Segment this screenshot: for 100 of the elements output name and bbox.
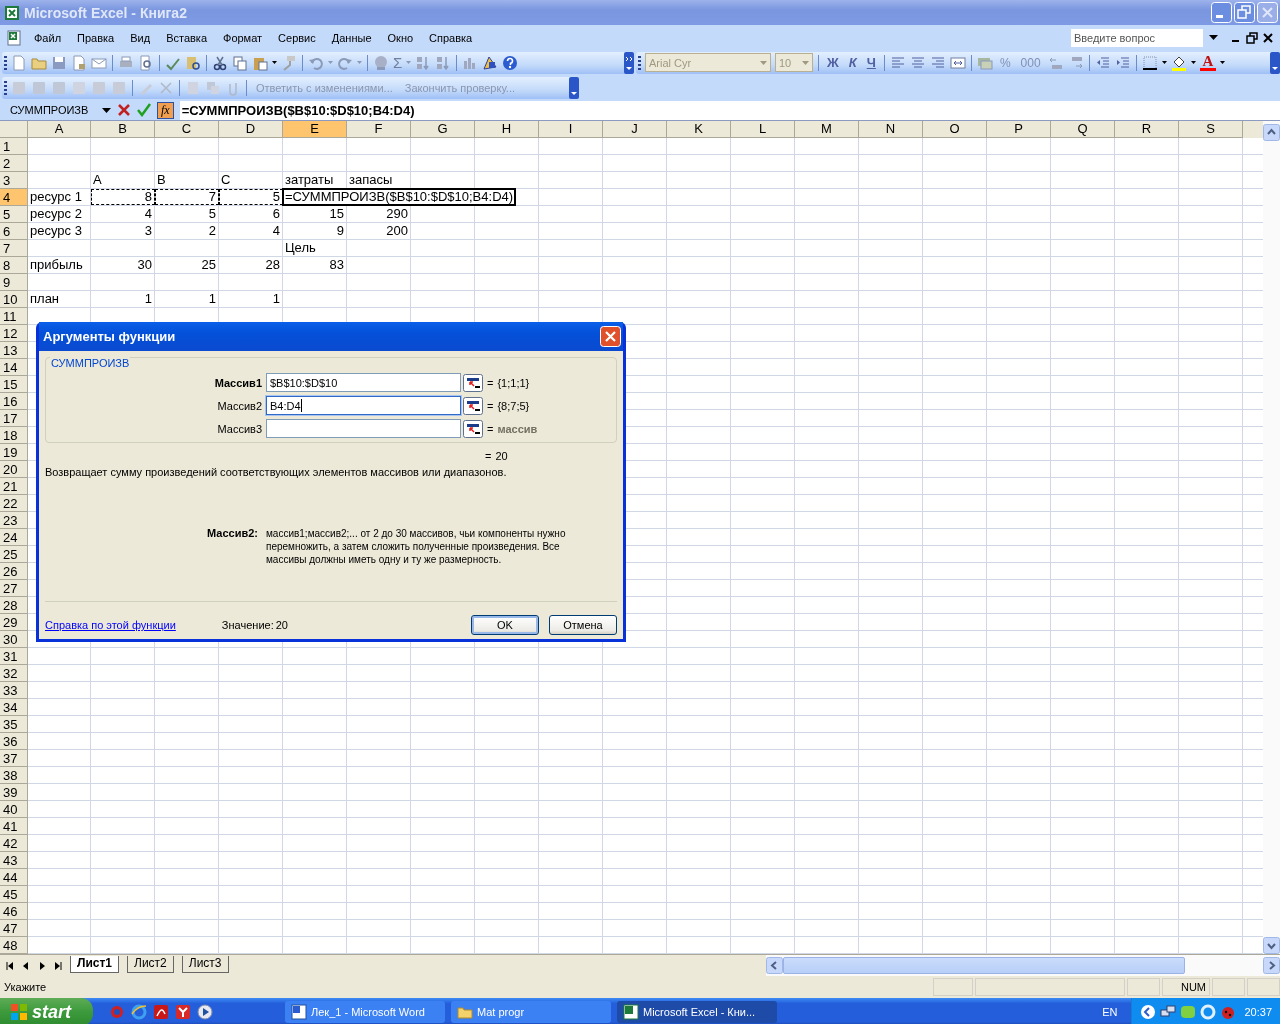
menu-item[interactable]: Вставка bbox=[160, 29, 213, 46]
increase-indent-icon[interactable] bbox=[1114, 54, 1131, 71]
new-document-icon[interactable] bbox=[11, 54, 27, 71]
italic-button[interactable]: К bbox=[845, 55, 860, 70]
row-header[interactable]: 41 bbox=[0, 818, 28, 835]
sheet-tab[interactable]: Лист1 bbox=[70, 955, 120, 973]
row-header[interactable]: 24 bbox=[0, 529, 28, 546]
last-sheet-icon[interactable] bbox=[54, 961, 62, 970]
scroll-left-button[interactable] bbox=[766, 957, 783, 974]
row-header[interactable]: 26 bbox=[0, 563, 28, 580]
row-header[interactable]: 15 bbox=[0, 376, 28, 393]
scroll-right-button[interactable] bbox=[1263, 957, 1280, 974]
column-header[interactable]: P bbox=[987, 121, 1051, 138]
column-header[interactable]: C bbox=[155, 121, 219, 138]
row-header[interactable]: 25 bbox=[0, 546, 28, 563]
row-header[interactable]: 18 bbox=[0, 427, 28, 444]
hyperlink-icon[interactable] bbox=[373, 54, 389, 71]
column-header[interactable]: M bbox=[795, 121, 859, 138]
chevron-icon[interactable] bbox=[1140, 1004, 1157, 1020]
row-header[interactable]: 11 bbox=[0, 308, 28, 325]
row-header[interactable]: 31 bbox=[0, 648, 28, 665]
argument-field[interactable]: B4:D4 bbox=[266, 396, 461, 415]
row-header[interactable]: 20 bbox=[0, 461, 28, 478]
row-header[interactable]: 17 bbox=[0, 410, 28, 427]
collapse-dialog-button[interactable] bbox=[463, 396, 483, 415]
enter-checkmark-icon[interactable] bbox=[137, 103, 151, 117]
row-header[interactable]: 33 bbox=[0, 682, 28, 699]
messenger-icon[interactable] bbox=[1180, 1004, 1197, 1020]
row-header[interactable]: 19 bbox=[0, 444, 28, 461]
column-header[interactable]: L bbox=[731, 121, 795, 138]
column-header[interactable]: H bbox=[475, 121, 539, 138]
merge-cells-icon[interactable] bbox=[949, 54, 966, 71]
cancel-icon[interactable] bbox=[117, 103, 131, 117]
argument-field[interactable]: $B$10:$D$10 bbox=[266, 373, 461, 392]
fill-color-icon[interactable] bbox=[1170, 54, 1187, 71]
save-icon[interactable] bbox=[51, 54, 67, 71]
caret-icon[interactable] bbox=[1220, 61, 1226, 64]
menu-item[interactable]: Окно bbox=[381, 29, 420, 46]
row-header[interactable]: 40 bbox=[0, 801, 28, 818]
column-header[interactable]: G bbox=[411, 121, 475, 138]
formula-input[interactable]: =СУММПРОИЗВ($B$10:$D$10;B4:D4) bbox=[179, 100, 1280, 120]
column-header[interactable]: A bbox=[28, 121, 91, 138]
language-indicator[interactable]: EN bbox=[1094, 1006, 1126, 1018]
menu-item[interactable]: Формат bbox=[217, 29, 269, 46]
shield-icon[interactable] bbox=[175, 1004, 191, 1020]
sheet-tab[interactable]: Лист2 bbox=[127, 955, 174, 973]
menu-item[interactable]: Сервис bbox=[272, 29, 322, 46]
collapse-dialog-button[interactable] bbox=[463, 419, 483, 438]
row-header[interactable]: 6 bbox=[0, 223, 28, 240]
research-icon[interactable] bbox=[185, 54, 201, 71]
scroll-down-button[interactable] bbox=[1263, 937, 1280, 954]
borders-icon[interactable] bbox=[1141, 54, 1158, 71]
row-header[interactable]: 13 bbox=[0, 342, 28, 359]
underline-button[interactable]: Ч bbox=[863, 55, 879, 70]
column-header[interactable]: N bbox=[859, 121, 923, 138]
internet-explorer-icon[interactable] bbox=[131, 1004, 147, 1020]
row-header[interactable]: 46 bbox=[0, 903, 28, 920]
row-header[interactable]: 43 bbox=[0, 852, 28, 869]
row-header[interactable]: 32 bbox=[0, 665, 28, 682]
help-icon[interactable] bbox=[502, 54, 519, 71]
workbook-icon[interactable] bbox=[6, 28, 24, 47]
previous-sheet-icon[interactable] bbox=[22, 961, 30, 970]
close-button[interactable] bbox=[1257, 2, 1278, 23]
menu-item[interactable]: Справка bbox=[423, 29, 479, 46]
collapse-dialog-button[interactable] bbox=[463, 373, 483, 392]
column-header[interactable]: S bbox=[1179, 121, 1243, 138]
vertical-scrollbar[interactable] bbox=[1263, 121, 1280, 954]
row-header[interactable]: 10 bbox=[0, 291, 28, 308]
column-header[interactable]: Q bbox=[1051, 121, 1115, 138]
row-header[interactable]: 47 bbox=[0, 920, 28, 937]
row-header[interactable]: 1 bbox=[0, 138, 28, 155]
caret-icon[interactable] bbox=[272, 61, 277, 64]
taskbar-button[interactable]: Лек_1 - Microsoft Word bbox=[285, 1001, 445, 1023]
ladybug-icon[interactable] bbox=[1220, 1004, 1237, 1020]
close-window-icon[interactable] bbox=[1262, 31, 1274, 44]
pdf-reader-icon[interactable] bbox=[153, 1004, 169, 1020]
row-header[interactable]: 7 bbox=[0, 240, 28, 257]
delete-ink-icon[interactable] bbox=[158, 79, 174, 96]
row-header[interactable]: 21 bbox=[0, 478, 28, 495]
taskbar-button[interactable]: Mat progr bbox=[451, 1001, 611, 1023]
column-header[interactable]: O bbox=[923, 121, 987, 138]
scroll-thumb[interactable] bbox=[783, 957, 1185, 974]
horizontal-scrollbar[interactable] bbox=[766, 955, 1280, 976]
toolbar-options-icon[interactable] bbox=[1270, 51, 1280, 74]
row-header[interactable]: 16 bbox=[0, 393, 28, 410]
row-header[interactable]: 45 bbox=[0, 886, 28, 903]
toolbar-options-icon[interactable] bbox=[569, 76, 579, 99]
ok-button[interactable]: OK bbox=[471, 615, 539, 635]
browser-icon[interactable] bbox=[109, 1004, 125, 1020]
dropdown-arrow-icon[interactable] bbox=[1209, 34, 1218, 41]
row-header[interactable]: 23 bbox=[0, 512, 28, 529]
menu-item[interactable]: Вид bbox=[124, 29, 157, 46]
start-button[interactable]: start bbox=[0, 998, 93, 1024]
row-header[interactable]: 3 bbox=[0, 172, 28, 189]
first-sheet-icon[interactable] bbox=[6, 961, 14, 970]
row-header[interactable]: 28 bbox=[0, 597, 28, 614]
row-header[interactable]: 2 bbox=[0, 155, 28, 172]
align-left-icon[interactable] bbox=[889, 54, 906, 71]
row-header[interactable]: 42 bbox=[0, 835, 28, 852]
caret-icon[interactable] bbox=[1161, 61, 1167, 64]
